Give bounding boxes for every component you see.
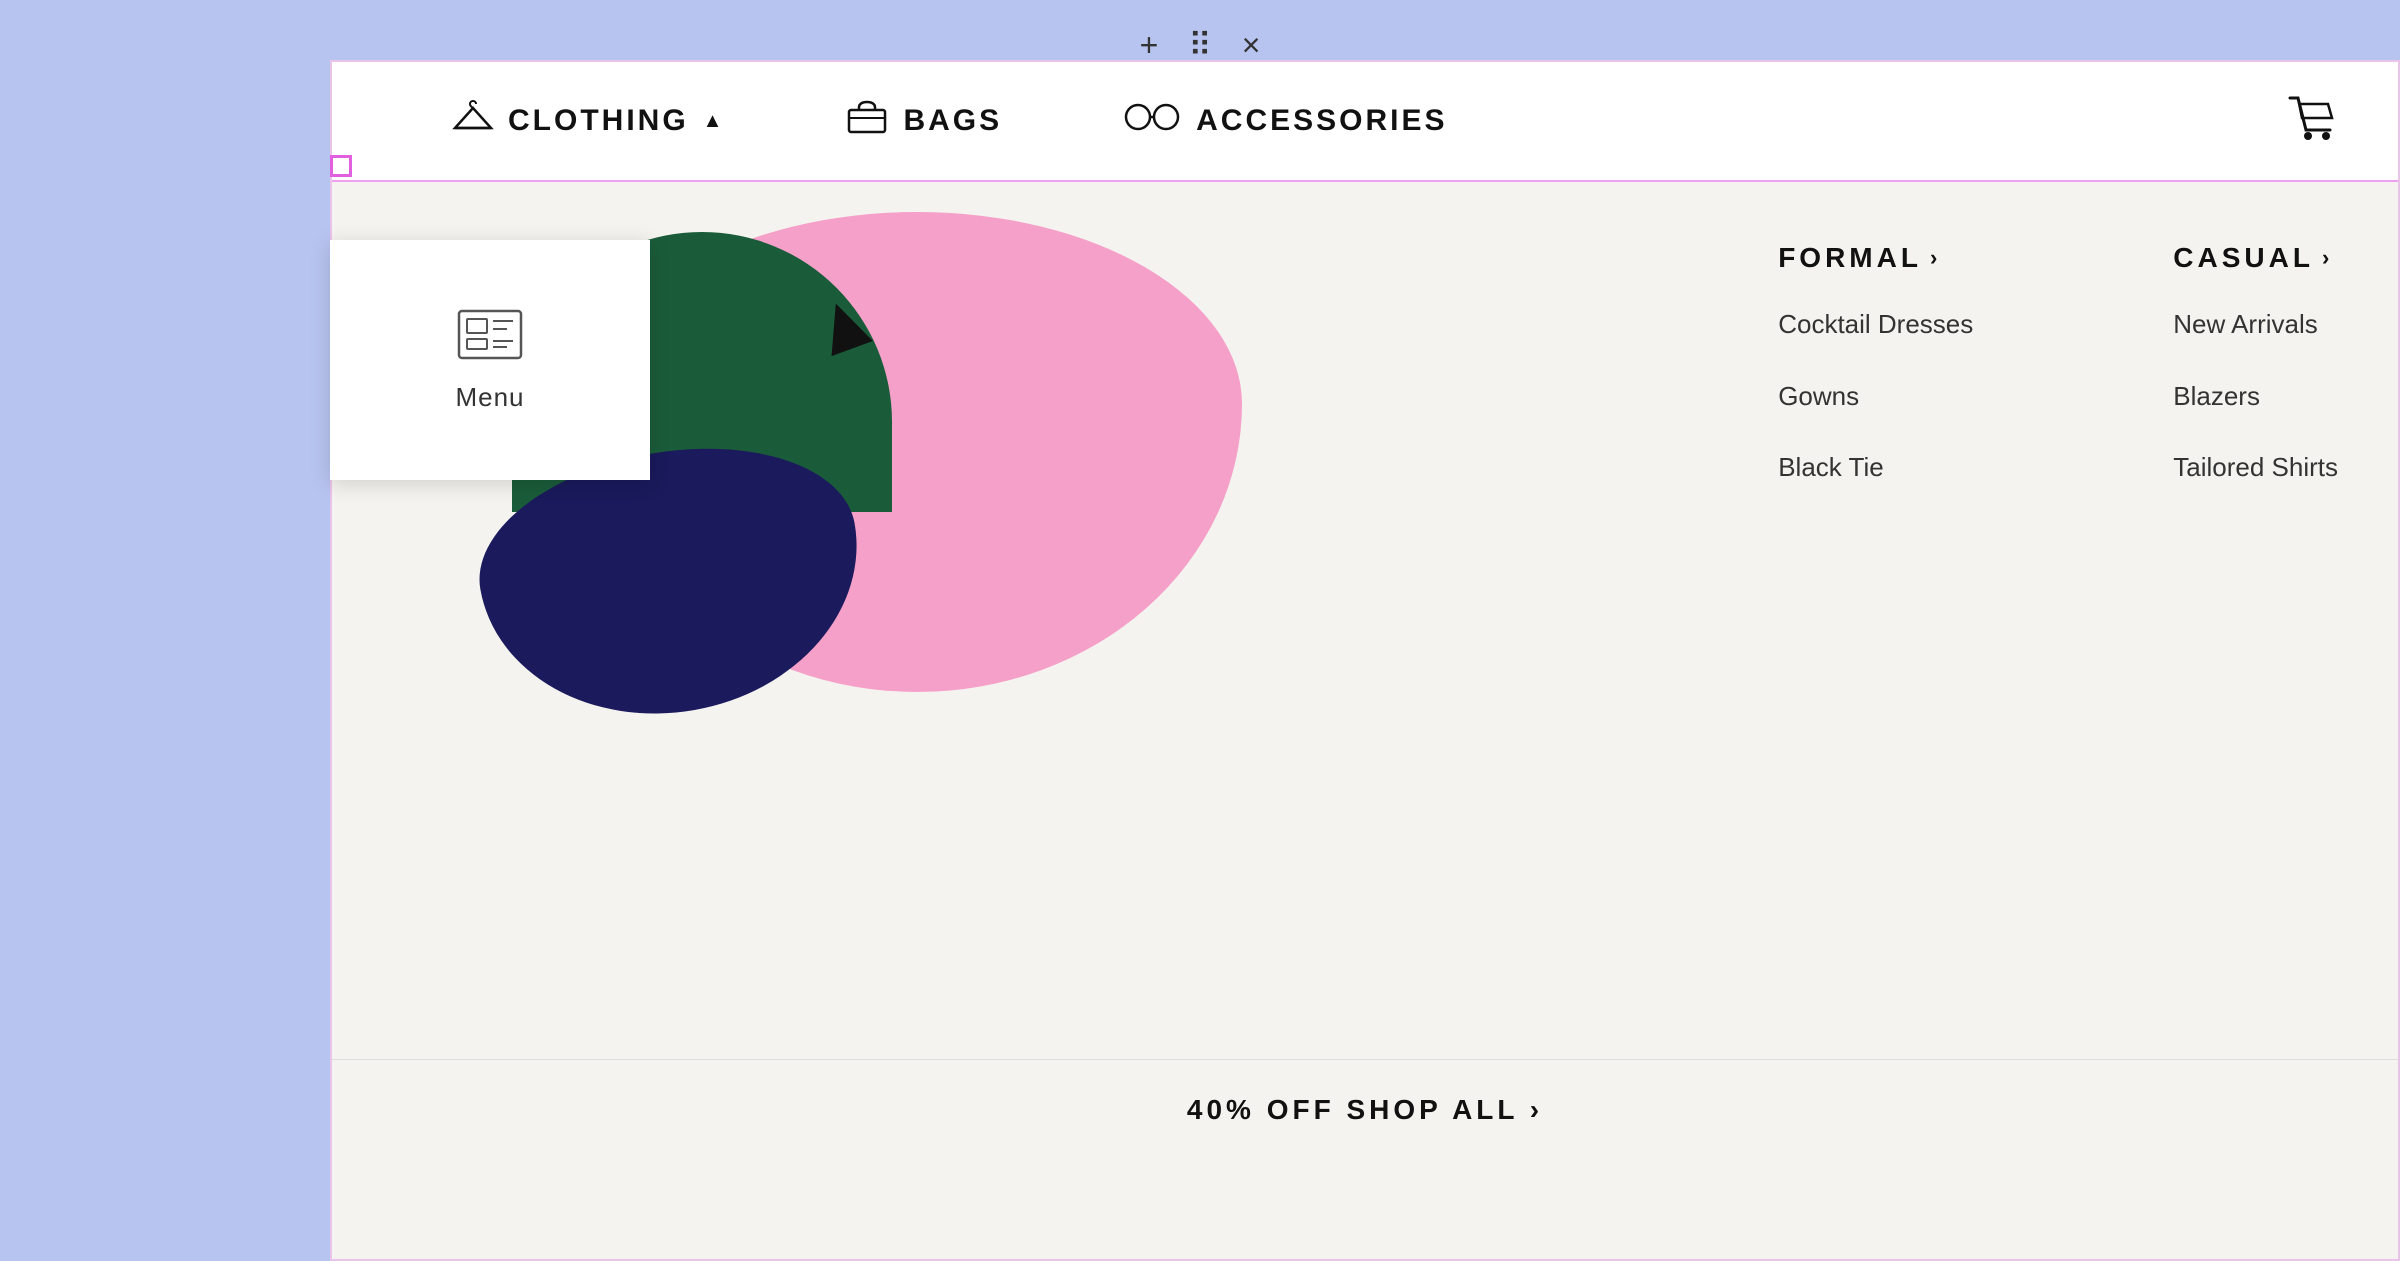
casual-column: CASUAL › New Arrivals Blazers Tailored S… <box>2173 242 2338 489</box>
formal-item-blacktie[interactable]: Black Tie <box>1778 447 1973 489</box>
promo-bar[interactable]: 40% OFF SHOP ALL › <box>332 1059 2398 1159</box>
menu-categories: FORMAL › Cocktail Dresses Gowns Black Ti… <box>1778 242 2338 489</box>
nav-item-bags[interactable]: BAGS <box>785 100 1062 142</box>
menu-icon <box>455 307 525 362</box>
nav-item-clothing[interactable]: CLOTHING ▲ <box>392 100 785 142</box>
browser-chrome: + ⠿ × <box>0 0 2400 90</box>
casual-chevron: › <box>2322 245 2333 271</box>
promo-label: 40% OFF SHOP ALL › <box>1187 1094 1543 1126</box>
close-icon[interactable]: × <box>1242 27 1261 64</box>
tooltip-label: Menu <box>455 382 524 413</box>
formal-item-gowns[interactable]: Gowns <box>1778 376 1973 418</box>
bags-icon <box>845 100 889 142</box>
cart-button[interactable] <box>2288 96 2338 147</box>
tooltip-popup: Menu <box>330 240 650 480</box>
bags-label: BAGS <box>903 104 1002 138</box>
arrow-up-icon: ▲ <box>703 110 726 133</box>
formal-header[interactable]: FORMAL › <box>1778 242 1973 274</box>
clothing-label: CLOTHING <box>508 104 689 138</box>
clothing-icon <box>452 100 494 142</box>
selection-indicator <box>330 155 352 177</box>
plus-icon[interactable]: + <box>1140 27 1159 64</box>
formal-item-cocktail[interactable]: Cocktail Dresses <box>1778 304 1973 346</box>
left-panel <box>0 60 330 1261</box>
accessories-icon <box>1122 103 1182 139</box>
casual-label: CASUAL <box>2173 242 2314 274</box>
grid-icon[interactable]: ⠿ <box>1188 26 1211 64</box>
casual-item-tailored-shirts[interactable]: Tailored Shirts <box>2173 447 2338 489</box>
nav-item-accessories[interactable]: ACCESSORIES <box>1062 103 1507 139</box>
formal-column: FORMAL › Cocktail Dresses Gowns Black Ti… <box>1778 242 1973 489</box>
casual-item-new-arrivals[interactable]: New Arrivals <box>2173 304 2338 346</box>
formal-label: FORMAL <box>1778 242 1922 274</box>
casual-item-blazers[interactable]: Blazers <box>2173 376 2338 418</box>
accessories-label: ACCESSORIES <box>1196 104 1447 138</box>
formal-chevron: › <box>1930 245 1941 271</box>
casual-header[interactable]: CASUAL › <box>2173 242 2338 274</box>
